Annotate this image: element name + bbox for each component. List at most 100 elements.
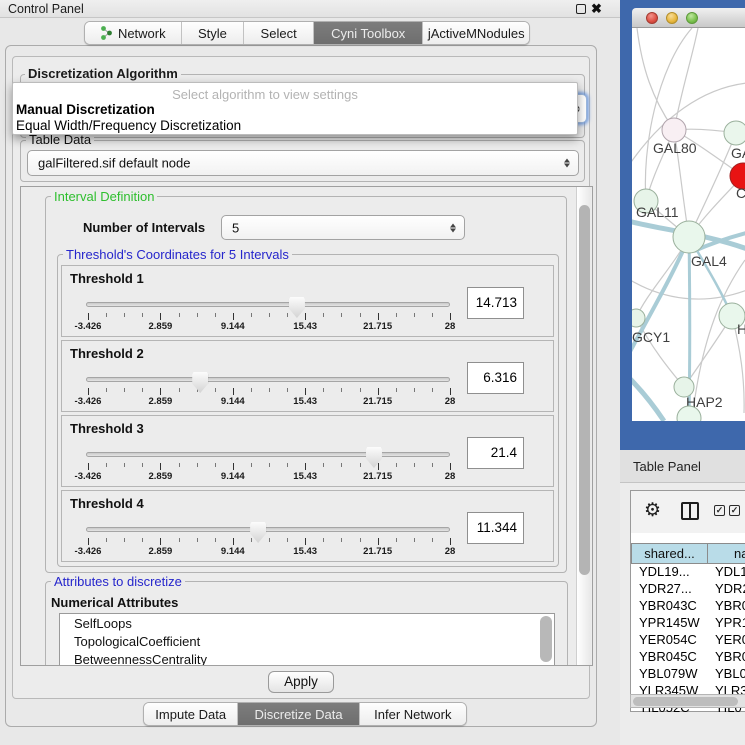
table-panel-title: Table Panel xyxy=(633,459,701,474)
network-node-label: C xyxy=(736,185,745,201)
column-layout-icon[interactable] xyxy=(681,502,699,520)
threshold-2-value-field[interactable]: 6.316 xyxy=(467,362,524,394)
cyni-bottom-tabs: Impute Data Discretize Data Infer Networ… xyxy=(143,702,467,726)
horizontal-scrollbar-thumb[interactable] xyxy=(633,697,738,706)
table-panel-body: ⚙ ✓ ✓ shared... na YDL19...YDL1YDR27...Y… xyxy=(620,484,745,745)
network-node[interactable] xyxy=(673,221,705,253)
threshold-1-panel: Threshold 1 -3.4262.8599.14415.4321.7152… xyxy=(61,265,554,337)
threshold-2-label: Threshold 2 xyxy=(70,346,144,361)
threshold-4-label: Threshold 4 xyxy=(70,496,144,511)
numerical-attributes-list[interactable]: SelfLoopsTopologicalCoefficientBetweenne… xyxy=(59,613,555,666)
zoom-traffic-light-icon[interactable] xyxy=(686,12,698,24)
network-window-titlebar[interactable] xyxy=(632,8,745,28)
threshold-2-slider-handle[interactable] xyxy=(192,372,208,393)
attribute-list-item[interactable]: TopologicalCoefficient xyxy=(60,632,554,650)
gear-icon[interactable]: ⚙ xyxy=(644,499,661,522)
attr-list-items: SelfLoopsTopologicalCoefficientBetweenne… xyxy=(60,614,554,666)
control-panel-titlebar: Control Panel ✖ xyxy=(0,0,620,18)
column-header-name[interactable]: na xyxy=(708,543,745,564)
network-icon xyxy=(100,26,113,40)
dropdown-option-equal-width[interactable]: Equal Width/Frequency Discretization xyxy=(16,118,241,133)
settings-scrollpane: Interval Definition Number of Intervals … xyxy=(20,186,593,666)
tab-infer-network[interactable]: Infer Network xyxy=(360,703,466,725)
threshold-1-value-field[interactable]: 14.713 xyxy=(467,287,524,319)
interval-definition-label: Interval Definition xyxy=(51,189,157,204)
right-workspace: GAL80GACGAL11GAL4GCY1HHAP2 Table Panel ⚙… xyxy=(620,0,745,745)
threshold-1-label: Threshold 1 xyxy=(70,271,144,286)
threshold-4-value-field[interactable]: 11.344 xyxy=(467,512,524,544)
threshold-4-panel: Threshold 4 -3.4262.8599.14415.4321.7152… xyxy=(61,490,554,562)
table-row[interactable]: YDR27...YDR2 xyxy=(631,581,745,598)
threshold-4-slider-handle[interactable] xyxy=(250,522,266,543)
settings-vertical-scrollbar[interactable] xyxy=(576,187,591,665)
network-node-label: GAL80 xyxy=(653,140,697,156)
tab-network-label: Network xyxy=(118,26,166,41)
close-traffic-light-icon[interactable] xyxy=(646,12,658,24)
checkbox-icon[interactable]: ✓ xyxy=(714,505,725,516)
network-node-label: GA xyxy=(731,145,745,161)
tab-select[interactable]: Select xyxy=(244,22,314,44)
checkbox-icon[interactable]: ✓ xyxy=(729,505,740,516)
threshold-1-slider-track[interactable] xyxy=(86,302,450,307)
threshold-1-slider-handle[interactable] xyxy=(289,297,305,318)
control-panel-tabs: Network Style Select Cyni Toolbox jActiv… xyxy=(84,21,530,45)
network-node-label: H xyxy=(737,321,745,337)
number-of-intervals-combobox[interactable]: 5 xyxy=(221,215,465,240)
table-row[interactable]: YER054CYER0 xyxy=(631,632,745,649)
number-of-intervals-value: 5 xyxy=(232,220,239,235)
attributes-group-label: Attributes to discretize xyxy=(51,574,185,589)
tab-impute-data[interactable]: Impute Data xyxy=(144,703,238,725)
table-data-selected: galFiltered.sif default node xyxy=(38,156,190,171)
network-node-label: GAL4 xyxy=(691,253,727,269)
network-node-label: GCY1 xyxy=(632,329,670,345)
tab-cyni-toolbox[interactable]: Cyni Toolbox xyxy=(314,22,424,44)
vertical-scrollbar-thumb[interactable] xyxy=(579,205,590,575)
table-row[interactable]: YBL079WYBL0 xyxy=(631,666,745,683)
table-row[interactable]: YPR145WYPR1 xyxy=(631,615,745,632)
tab-style[interactable]: Style xyxy=(182,22,245,44)
network-window-frame: GAL80GACGAL11GAL4GCY1HHAP2 xyxy=(620,0,745,450)
network-node[interactable] xyxy=(662,118,686,142)
panel-title: Control Panel xyxy=(8,2,84,16)
attribute-list-item[interactable]: SelfLoops xyxy=(60,614,554,632)
number-of-intervals-label: Number of Intervals xyxy=(83,220,205,235)
threshold-4-slider-track[interactable] xyxy=(86,527,450,532)
table-row[interactable]: YDL19...YDL1 xyxy=(631,564,745,581)
table-data-combobox[interactable]: galFiltered.sif default node xyxy=(27,150,579,176)
thresholds-group-label: Threshold's Coordinates for 5 Intervals xyxy=(63,247,292,262)
table-panel-titlebar: Table Panel xyxy=(620,450,745,483)
table-row[interactable]: YBR043CYBR0 xyxy=(631,598,745,615)
tab-network[interactable]: Network xyxy=(85,22,182,44)
network-graph: GAL80GACGAL11GAL4GCY1HHAP2 xyxy=(632,28,745,421)
dropdown-prompt: Select algorithm to view settings xyxy=(13,87,517,102)
dropdown-option-manual[interactable]: Manual Discretization xyxy=(16,102,155,117)
apply-button[interactable]: Apply xyxy=(268,671,334,693)
float-window-icon[interactable] xyxy=(576,4,586,14)
table-horizontal-scrollbar[interactable] xyxy=(630,694,745,708)
table-row[interactable]: YBR045CYBR0 xyxy=(631,649,745,666)
node-table: ⚙ ✓ ✓ shared... na YDL19...YDL1YDR27...Y… xyxy=(630,490,745,712)
minimize-traffic-light-icon[interactable] xyxy=(666,12,678,24)
algorithm-dropdown-popup: Select algorithm to view settings Manual… xyxy=(12,82,578,135)
tab-discretize-data[interactable]: Discretize Data xyxy=(238,703,359,725)
network-node[interactable] xyxy=(632,309,645,327)
threshold-3-slider-handle[interactable] xyxy=(366,447,382,468)
numerical-attributes-label: Numerical Attributes xyxy=(51,595,178,610)
attributes-list-scrollbar[interactable] xyxy=(540,616,552,662)
threshold-2-slider-track[interactable] xyxy=(86,377,450,382)
control-panel: Control Panel ✖ Network Style Select Cyn… xyxy=(0,0,620,745)
attribute-list-item[interactable]: BetweennessCentrality xyxy=(60,650,554,666)
table-header-row: shared... na xyxy=(631,543,745,564)
column-header-shared-name[interactable]: shared... xyxy=(631,543,708,564)
combo-stepper-icon xyxy=(564,159,570,168)
combo-stepper-icon xyxy=(450,223,456,232)
table-toolbar: ⚙ ✓ ✓ xyxy=(631,491,745,533)
network-node-label: GAL11 xyxy=(636,204,679,220)
threshold-3-label: Threshold 3 xyxy=(70,421,144,436)
threshold-3-slider-track[interactable] xyxy=(86,452,450,457)
close-icon[interactable]: ✖ xyxy=(591,1,602,17)
threshold-3-value-field[interactable]: 21.4 xyxy=(467,437,524,469)
network-view-canvas[interactable]: GAL80GACGAL11GAL4GCY1HHAP2 xyxy=(632,28,745,421)
network-node[interactable] xyxy=(724,121,745,145)
tab-jactivemnodules[interactable]: jActiveMNodules xyxy=(423,22,529,44)
